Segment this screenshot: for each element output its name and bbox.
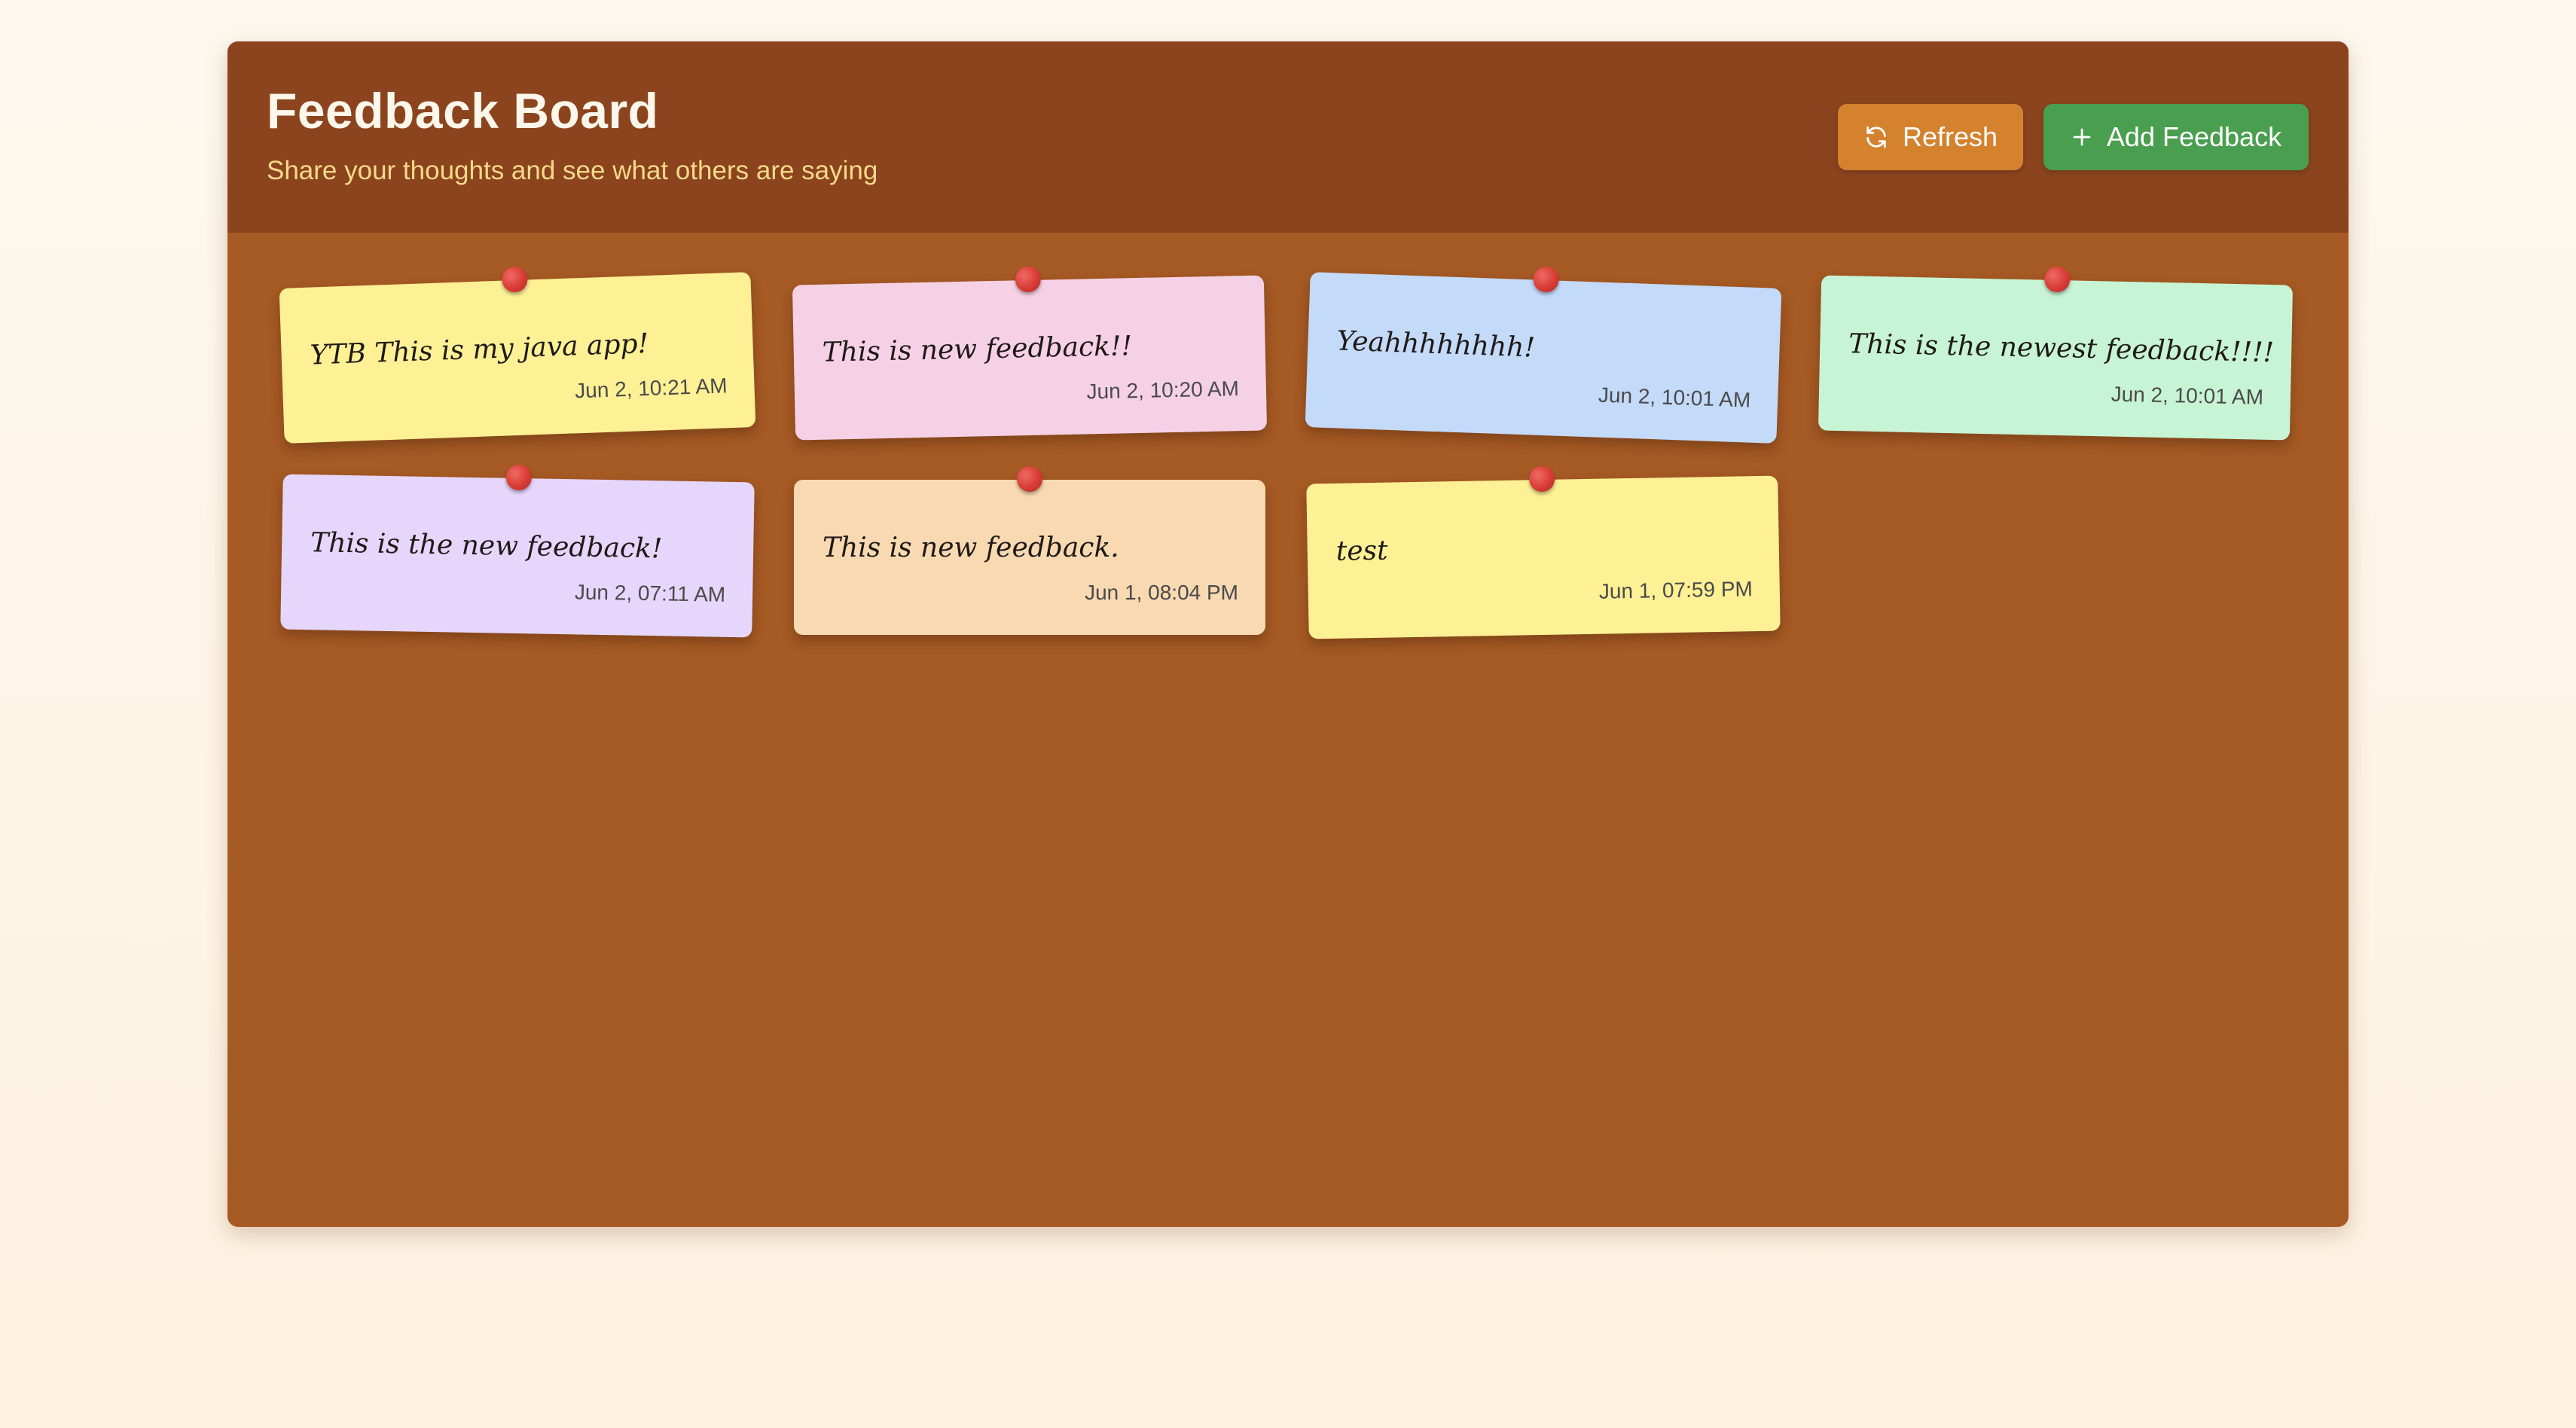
feedback-note[interactable]: This is the new feedback! Jun 2, 07:11 A… [280,464,755,638]
refresh-icon [1863,124,1889,150]
pin-icon [1533,266,1560,293]
note-text: This is the new feedback! [310,527,663,565]
note-text: test [1335,535,1388,567]
note-text: This is new feedback. [823,532,1119,563]
note-text: This is new feedback!! [822,331,1133,368]
add-feedback-button[interactable]: Add Feedback [2043,104,2309,170]
note-date: Jun 2, 10:01 AM [1598,383,1751,412]
note-date: Jun 2, 07:11 AM [574,580,726,606]
pin-icon [1528,465,1555,493]
feedback-note[interactable]: This is new feedback!! Jun 2, 10:20 AM [792,266,1268,441]
note-date: Jun 2, 10:20 AM [1086,377,1240,404]
feedback-note[interactable]: YTB This is my java app! Jun 2, 10:21 AM [279,266,756,444]
page-subtitle: Share your thoughts and see what others … [267,156,878,185]
page-title: Feedback Board [267,83,659,139]
pin-icon [505,464,533,491]
board-header: Feedback Board Share your thoughts and s… [227,41,2349,233]
note-date: Jun 2, 10:21 AM [574,374,728,403]
pin-icon [1015,266,1042,293]
feedback-board: Feedback Board Share your thoughts and s… [227,41,2349,1227]
feedback-note[interactable]: This is new feedback. Jun 1, 08:04 PM [794,466,1265,635]
note-text: This is the newest feedback!!!! [1848,328,2275,369]
feedback-note[interactable]: This is the newest feedback!!!! Jun 2, 1… [1818,266,2294,441]
note-date: Jun 1, 08:04 PM [1085,581,1238,604]
refresh-button-label: Refresh [1902,121,1998,152]
note-date: Jun 1, 07:59 PM [1598,577,1753,603]
plus-icon [2071,126,2093,148]
pin-icon [1017,466,1042,492]
pin-icon [501,266,528,293]
pin-icon [2043,266,2071,293]
feedback-note[interactable]: test Jun 1, 07:59 PM [1306,465,1781,639]
add-feedback-button-label: Add Feedback [2106,121,2282,152]
feedback-note[interactable]: Yeahhhhhhhh! Jun 2, 10:01 AM [1305,266,1782,444]
note-date: Jun 2, 10:01 AM [2111,382,2264,409]
note-text: YTB This is my java app! [310,328,649,371]
note-text: Yeahhhhhhhh! [1335,325,1536,364]
refresh-button[interactable]: Refresh [1838,104,2023,170]
